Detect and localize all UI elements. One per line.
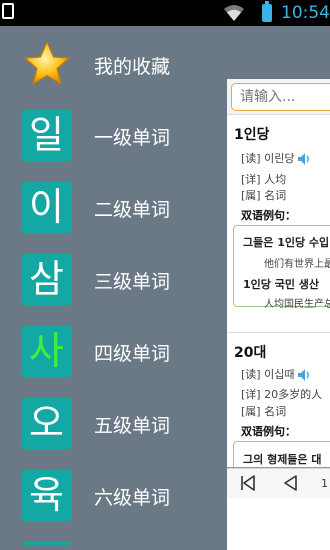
speaker-icon[interactable] [297,368,311,382]
entry-part-of-speech: [属] 名词 [241,189,287,202]
menu-item-level-3[interactable]: 삼 三级单词 [0,251,230,311]
search-input[interactable] [231,83,330,111]
pager: 1 [227,468,330,498]
entry-reading: [读] 이십때 [241,366,311,382]
menu-label: 一级单词 [94,127,171,149]
entry-meaning: [详] 20多岁的人 [241,388,323,401]
menu-label: 三级单词 [94,271,171,293]
page-number: 1 [321,477,328,490]
examples-box: 그들은 1인당 수입 他们有世界上最 1인당 국민 생산 人均国民生产总 [233,225,330,310]
menu-item-level-2[interactable]: 이 二级单词 [0,179,230,239]
word-list-panel: 1인당 [读] 이린당 [详] 人均 [属] 名词 双语例句： 그들은 1인당 … [227,79,330,550]
level-tile: 오 [21,398,72,449]
entry-word: 1인당 [234,127,270,143]
menu-label: 六级单词 [94,487,171,509]
example-korean: 그의 형제들은 대 [243,453,322,466]
word-entry[interactable]: 1인당 [读] 이린당 [详] 人均 [属] 名词 双语例句： 그들은 1인당 … [227,115,330,335]
battery-icon [262,1,272,22]
menu-item-level-4[interactable]: 사 四级单词 [0,323,230,383]
notification-icon [2,3,14,19]
example-chinese: 他们有世界上最 [264,259,330,270]
star-icon [22,40,72,88]
entry-word: 20대 [234,345,267,361]
status-bar: 10:54 [0,0,330,26]
menu-label: 我的收藏 [94,56,171,78]
menu-item-favorites[interactable]: 我的收藏 [0,36,230,96]
entry-reading: [读] 이린당 [241,150,311,166]
example-korean: 1인당 국민 생산 [243,278,320,291]
menu-item-level-1[interactable]: 일 一级单词 [0,107,230,167]
menu-item-level-6[interactable]: 육 六级单词 [0,467,230,527]
entry-part-of-speech: [属] 名词 [241,405,287,418]
level-tile: 육 [21,470,72,521]
example-korean: 그들은 1인당 수입 [243,236,330,249]
first-page-icon[interactable] [240,474,256,492]
examples-title: 双语例句： [241,425,296,438]
level-tile: 이 [21,182,72,233]
menu-label: 五级单词 [94,415,171,437]
examples-title: 双语例句： [241,209,296,222]
level-tile: 삼 [21,254,72,305]
menu-label: 二级单词 [94,199,171,221]
example-chinese: 人均国民生产总 [264,299,330,310]
speaker-icon[interactable] [297,152,311,166]
entry-meaning: [详] 人均 [241,173,287,186]
menu-label: 四级单词 [94,343,171,365]
previous-page-icon[interactable] [282,474,298,492]
word-entry[interactable]: 20대 [读] 이십때 [详] 20多岁的人 [属] 名词 双语例句： 그의 형… [227,333,330,481]
level-tile: 일 [21,110,72,161]
drawer-edge-indicator [22,542,70,545]
wifi-icon [224,5,244,21]
menu-item-level-5[interactable]: 오 五级单词 [0,395,230,455]
search-bar [227,79,330,115]
clock: 10:54 [281,3,330,23]
level-tile: 사 [21,326,72,377]
